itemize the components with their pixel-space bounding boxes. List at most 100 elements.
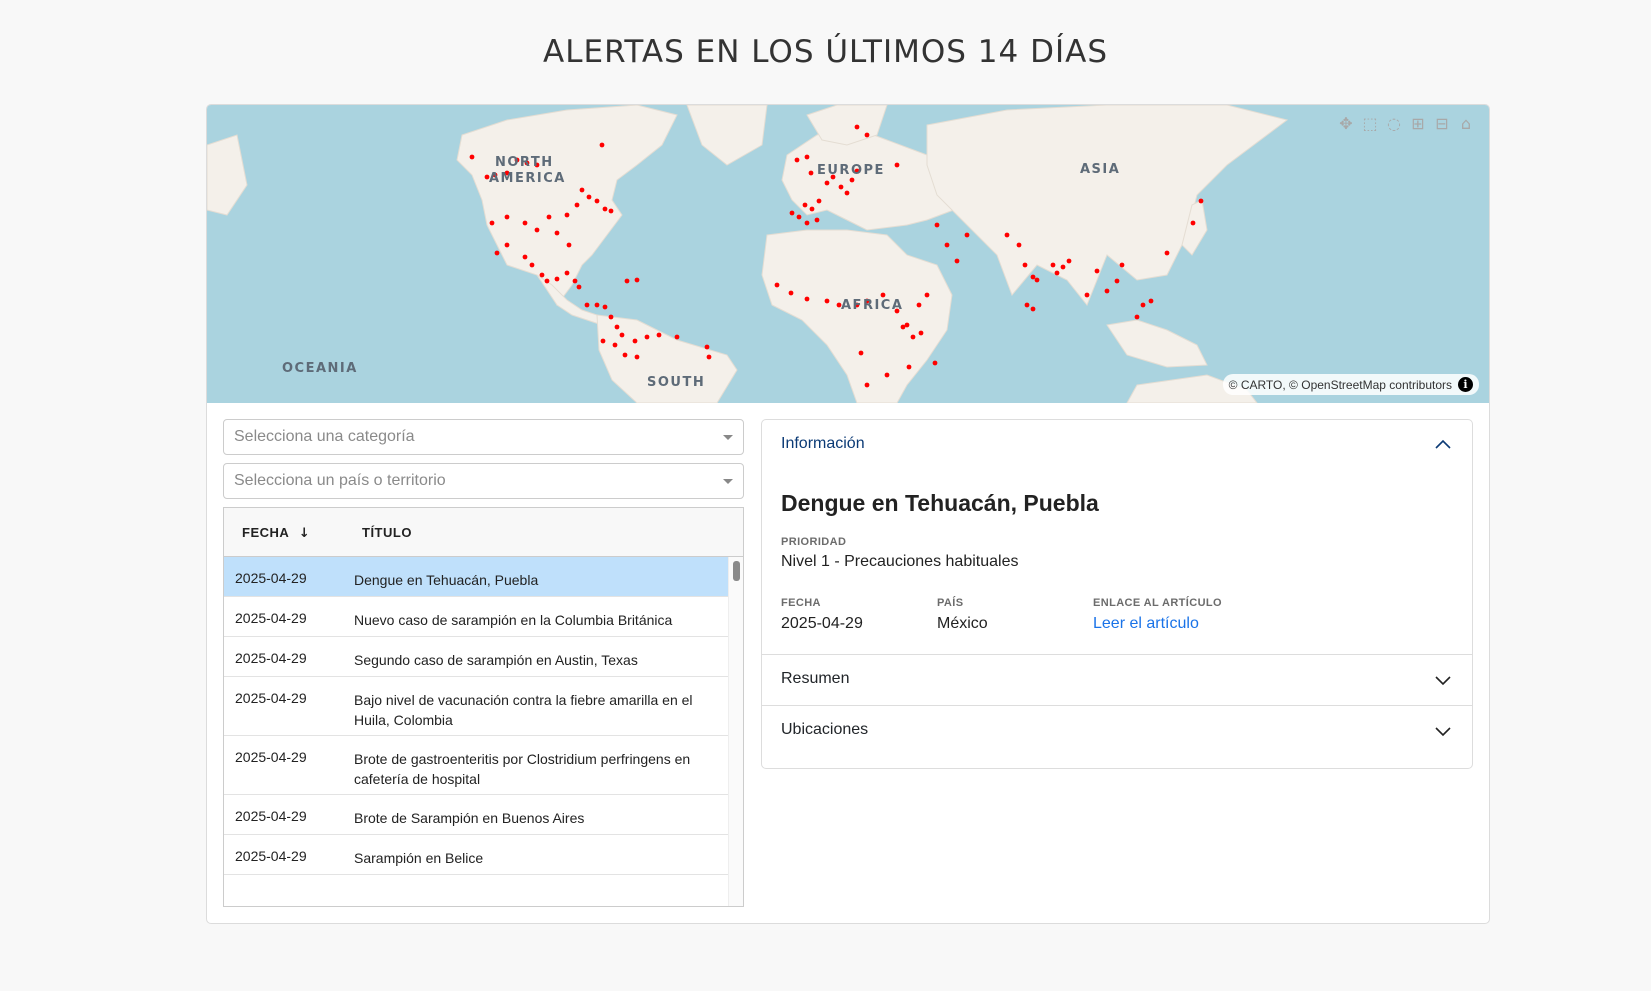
- alert-marker[interactable]: [824, 298, 830, 304]
- alert-marker[interactable]: [954, 258, 960, 264]
- scrollbar-thumb[interactable]: [733, 561, 740, 581]
- alert-marker[interactable]: [804, 154, 810, 160]
- alert-marker[interactable]: [934, 222, 940, 228]
- alert-marker[interactable]: [1066, 258, 1072, 264]
- alert-marker[interactable]: [554, 276, 560, 282]
- alert-marker[interactable]: [809, 206, 815, 212]
- alerts-map[interactable]: NORTH AMERICA EUROPE ASIA AFRICA OCEANIA…: [207, 105, 1489, 403]
- alert-marker[interactable]: [544, 278, 550, 284]
- alert-marker[interactable]: [546, 214, 552, 220]
- alert-marker[interactable]: [884, 372, 890, 378]
- column-header-title[interactable]: TÍTULO: [362, 525, 412, 540]
- box-select-icon[interactable]: ⬚: [1361, 115, 1379, 133]
- alert-marker[interactable]: [572, 278, 578, 284]
- alert-marker[interactable]: [534, 227, 540, 233]
- alert-marker[interactable]: [469, 154, 475, 160]
- alert-marker[interactable]: [900, 324, 906, 330]
- alert-marker[interactable]: [614, 324, 620, 330]
- home-icon[interactable]: ⌂: [1457, 115, 1475, 133]
- alert-marker[interactable]: [1164, 250, 1170, 256]
- alert-marker[interactable]: [522, 254, 528, 260]
- alert-marker[interactable]: [564, 212, 570, 218]
- alert-marker[interactable]: [504, 242, 510, 248]
- info-icon[interactable]: i: [1458, 377, 1473, 392]
- alert-marker[interactable]: [916, 302, 922, 308]
- alert-marker[interactable]: [634, 354, 640, 360]
- category-select[interactable]: Selecciona una categoría: [223, 419, 744, 455]
- zoom-out-icon[interactable]: ⊟: [1433, 115, 1451, 133]
- alert-marker[interactable]: [849, 177, 855, 183]
- accordion-locations-header[interactable]: Ubicaciones: [762, 706, 1472, 756]
- alert-marker[interactable]: [522, 220, 528, 226]
- alert-marker[interactable]: [554, 230, 560, 236]
- accordion-info-header[interactable]: Información: [762, 420, 1472, 470]
- alert-marker[interactable]: [774, 282, 780, 288]
- alert-marker[interactable]: [838, 184, 844, 190]
- alert-marker[interactable]: [880, 292, 886, 298]
- alert-marker[interactable]: [804, 220, 810, 226]
- pan-icon[interactable]: ✥: [1337, 115, 1355, 133]
- lasso-select-icon[interactable]: ◌: [1385, 115, 1403, 133]
- alert-marker[interactable]: [706, 354, 712, 360]
- sort-arrow-icon[interactable]: ↓: [299, 526, 310, 541]
- alert-marker[interactable]: [494, 250, 500, 256]
- alert-marker[interactable]: [674, 334, 680, 340]
- alert-marker[interactable]: [816, 198, 822, 204]
- alert-marker[interactable]: [1119, 262, 1125, 268]
- alert-marker[interactable]: [619, 332, 625, 338]
- table-row[interactable]: 2025-04-29 Brote de Sarampión en Buenos A…: [224, 795, 730, 835]
- alert-marker[interactable]: [602, 304, 608, 310]
- alert-marker[interactable]: [600, 338, 606, 344]
- alert-marker[interactable]: [808, 170, 814, 176]
- alert-marker[interactable]: [586, 194, 592, 200]
- alert-marker[interactable]: [489, 220, 495, 226]
- country-select[interactable]: Selecciona un país o territorio: [223, 463, 744, 499]
- alert-marker[interactable]: [539, 272, 545, 278]
- alert-marker[interactable]: [584, 302, 590, 308]
- alert-marker[interactable]: [1148, 298, 1154, 304]
- alert-marker[interactable]: [1054, 270, 1060, 276]
- alert-marker[interactable]: [1030, 274, 1036, 280]
- table-scrollbar[interactable]: [728, 557, 743, 906]
- alert-marker[interactable]: [566, 242, 572, 248]
- alert-marker[interactable]: [814, 217, 820, 223]
- alert-marker[interactable]: [1060, 264, 1066, 270]
- alert-marker[interactable]: [1024, 302, 1030, 308]
- alert-marker[interactable]: [1034, 277, 1040, 283]
- table-row[interactable]: 2025-04-29 Segundo caso de sarampión en A…: [224, 637, 730, 677]
- alert-marker[interactable]: [844, 190, 850, 196]
- alert-marker[interactable]: [1198, 198, 1204, 204]
- alert-marker[interactable]: [804, 296, 810, 302]
- article-link[interactable]: Leer el artículo: [1093, 615, 1199, 633]
- table-row[interactable]: 2025-04-29 Sarampión en Belice: [224, 835, 730, 875]
- alert-marker[interactable]: [788, 290, 794, 296]
- column-header-date[interactable]: FECHA ↓: [242, 525, 310, 541]
- alert-marker[interactable]: [1084, 292, 1090, 298]
- alert-marker[interactable]: [918, 330, 924, 336]
- alert-marker[interactable]: [602, 206, 608, 212]
- alert-marker[interactable]: [864, 132, 870, 138]
- alert-marker[interactable]: [794, 157, 800, 163]
- table-row[interactable]: 2025-04-29 Dengue en Tehuacán, Puebla: [224, 557, 730, 597]
- alert-marker[interactable]: [704, 344, 710, 350]
- alert-marker[interactable]: [656, 332, 662, 338]
- alert-marker[interactable]: [944, 242, 950, 248]
- alert-marker[interactable]: [599, 142, 605, 148]
- alert-marker[interactable]: [594, 198, 600, 204]
- alert-marker[interactable]: [579, 187, 585, 193]
- alert-marker[interactable]: [802, 202, 808, 208]
- table-row[interactable]: 2025-04-29 Bajo nivel de vacunación contr…: [224, 677, 730, 736]
- alert-marker[interactable]: [594, 302, 600, 308]
- alert-marker[interactable]: [608, 208, 614, 214]
- alert-marker[interactable]: [576, 284, 582, 290]
- alert-marker[interactable]: [608, 314, 614, 320]
- alert-marker[interactable]: [924, 292, 930, 298]
- alert-marker[interactable]: [1030, 306, 1036, 312]
- alert-marker[interactable]: [1134, 314, 1140, 320]
- accordion-summary-header[interactable]: Resumen: [762, 655, 1472, 705]
- alert-marker[interactable]: [504, 214, 510, 220]
- alert-marker[interactable]: [1050, 262, 1056, 268]
- alert-marker[interactable]: [864, 382, 870, 388]
- alert-marker[interactable]: [894, 162, 900, 168]
- alert-marker[interactable]: [1022, 262, 1028, 268]
